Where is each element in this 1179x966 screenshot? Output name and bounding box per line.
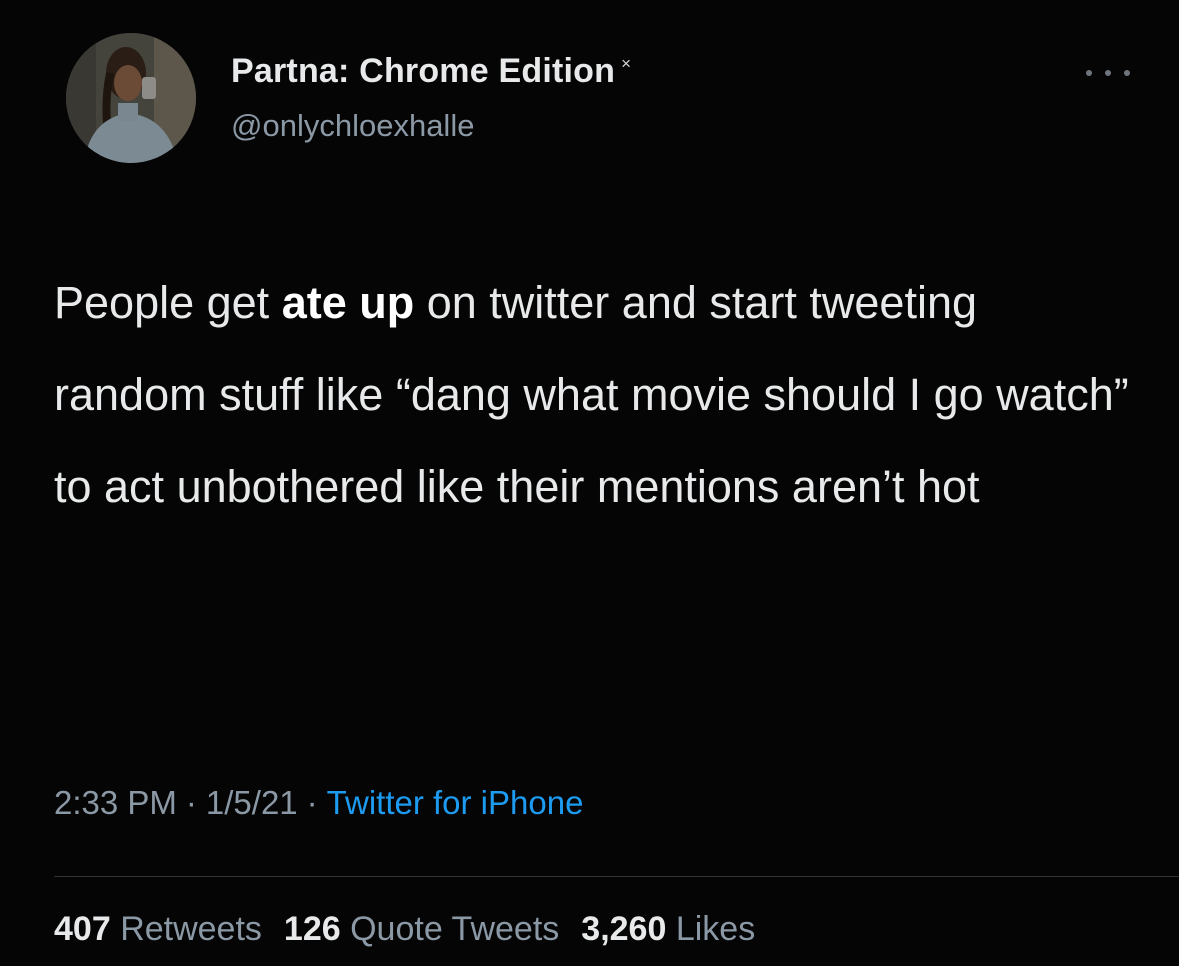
likes-stat[interactable]: 3,260 Likes [581,910,755,948]
meta-separator: · [306,784,318,821]
likes-count: 3,260 [581,910,667,948]
likes-label: Likes [675,910,756,948]
more-dot [1105,70,1111,76]
tweet-text: People get ate up on twitter and start t… [54,257,1134,533]
quote-tweets-count: 126 [283,910,341,948]
author-handle[interactable]: @onlychloexhalle [231,108,474,144]
retweets-label: Retweets [120,910,262,948]
tweet-text-bold: ate up [281,277,415,328]
tweet-stats: 407 Retweets 126 Quote Tweets 3,260 Likes [54,910,755,949]
tweet-meta: 2:33 PM · 1/5/21 · Twitter for iPhone [54,784,583,822]
avatar[interactable] [66,33,196,163]
retweets-count: 407 [54,910,111,948]
meta-separator: · [185,784,197,821]
author-display-name[interactable]: Partna: Chrome Edition [231,52,615,91]
divider [54,876,1179,877]
author-name-row: Partna: Chrome Edition × [231,52,631,91]
tweet-card: Partna: Chrome Edition × @onlychloexhall… [0,0,1179,966]
more-dots-icon[interactable] [1086,58,1130,88]
quote-tweets-stat[interactable]: 126 Quote Tweets [284,910,559,948]
quote-tweets-label: Quote Tweets [350,910,560,948]
tweet-date[interactable]: 1/5/21 [206,784,298,821]
tweet-text-start: People get [54,277,282,328]
more-dot [1124,70,1130,76]
retweets-stat[interactable]: 407 Retweets [54,910,262,948]
profile-photo-icon [66,33,196,163]
tweet-source-link[interactable]: Twitter for iPhone [327,784,584,821]
more-dot [1086,70,1092,76]
tweet-time[interactable]: 2:33 PM [54,784,177,821]
name-mark-icon: × [621,54,632,73]
